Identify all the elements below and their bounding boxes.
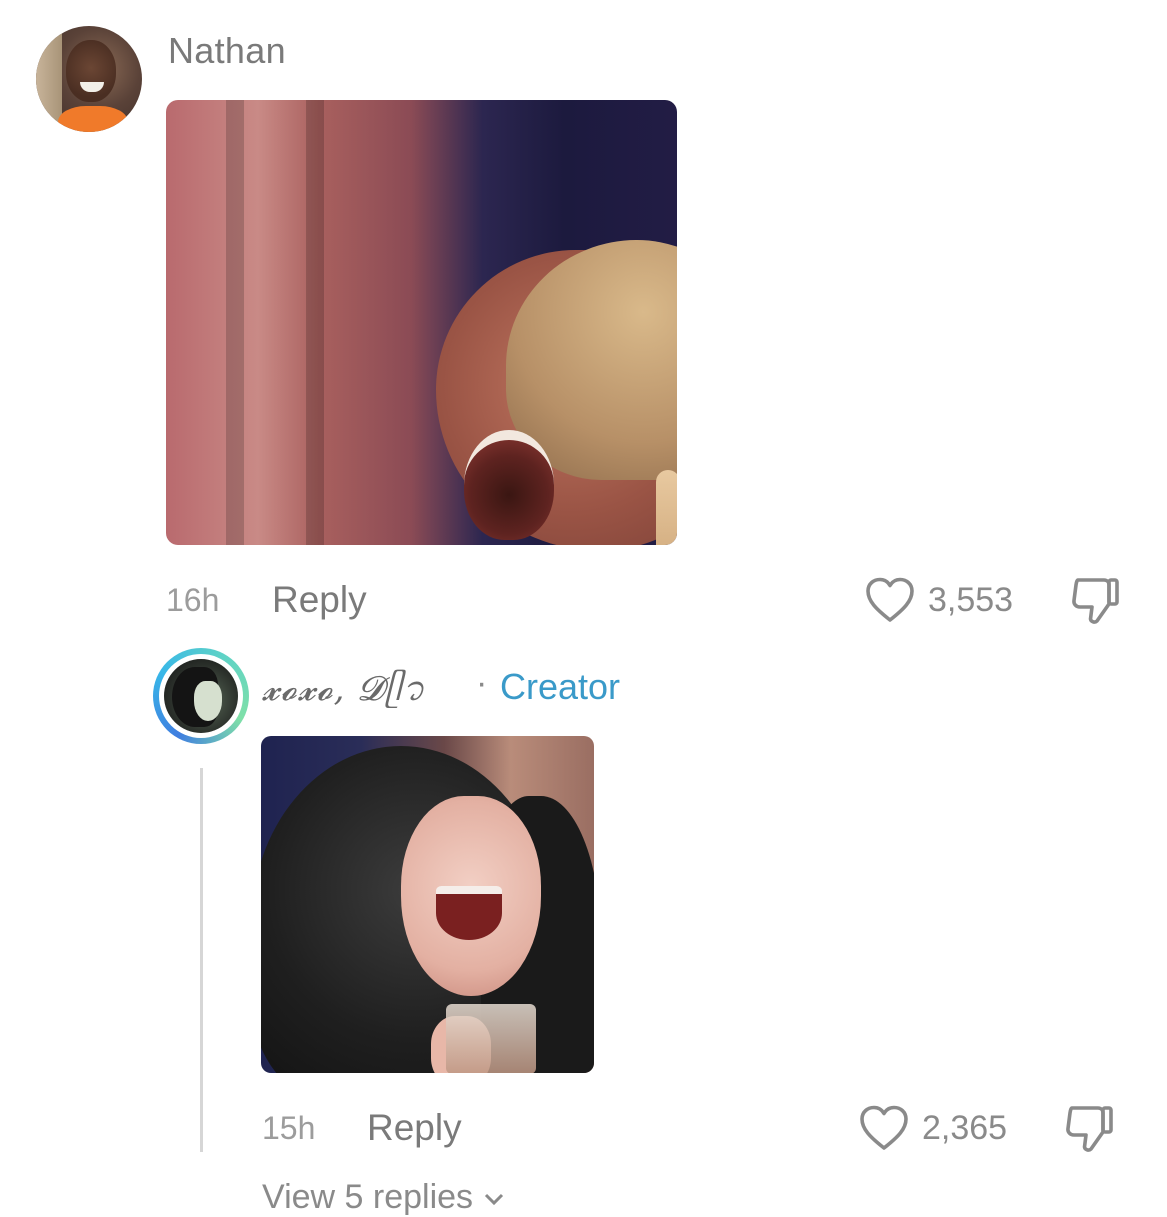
reply-media-gif[interactable] <box>261 736 594 1073</box>
media-curtain <box>306 100 324 545</box>
heart-icon[interactable] <box>864 576 916 624</box>
avatar-shirt <box>58 106 128 132</box>
media-mouth <box>464 430 554 540</box>
like-count: 2,365 <box>922 1109 1008 1147</box>
comment-username[interactable]: Nathan <box>168 30 286 72</box>
avatar[interactable] <box>36 26 142 132</box>
media-mouth <box>436 886 502 940</box>
comment-timestamp: 16h <box>166 582 220 618</box>
reply-username[interactable]: 𝔁𝓸𝔁𝓸, 𝓓ᥫ᭡ <box>262 664 426 725</box>
thumbs-down-icon[interactable] <box>1068 574 1122 626</box>
heart-icon[interactable] <box>858 1104 910 1152</box>
view-replies-label: View 5 replies <box>262 1178 474 1216</box>
comment-media-gif[interactable] <box>166 100 677 545</box>
avatar-face <box>66 40 116 102</box>
media-glass <box>446 1004 536 1073</box>
chevron-down-icon <box>484 1193 503 1206</box>
avatar-background <box>36 26 62 132</box>
reply-button[interactable]: Reply <box>272 580 367 620</box>
creator-badge: Creator <box>500 666 621 707</box>
avatar-face <box>194 681 222 721</box>
media-earring <box>656 470 677 545</box>
reply-timestamp: 15h <box>262 1110 316 1146</box>
thread-line <box>200 768 203 1152</box>
thumbs-down-icon[interactable] <box>1062 1102 1116 1154</box>
creator-avatar[interactable] <box>153 648 249 744</box>
reply-button[interactable]: Reply <box>367 1108 462 1148</box>
like-count: 3,553 <box>928 581 1014 619</box>
view-replies-link[interactable]: View 5 replies <box>262 1178 505 1217</box>
separator-dot: · <box>476 664 488 702</box>
avatar-image <box>164 659 238 733</box>
media-curtain <box>226 100 244 545</box>
